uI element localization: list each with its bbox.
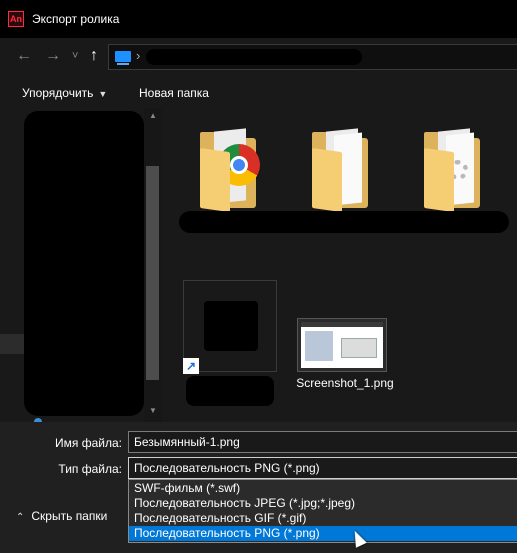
back-arrow-icon[interactable]: ← <box>16 46 32 66</box>
hide-folders-label: Скрыть папки <box>31 509 108 523</box>
file-list[interactable]: ↗ Screenshot_1.png <box>162 108 517 422</box>
filetype-label: Тип файла: <box>58 462 122 476</box>
folder-front <box>312 148 342 213</box>
shortcut-arrow-icon: ↗ <box>183 358 199 374</box>
redacted-shortcut-thumbnail <box>204 301 258 351</box>
screenshot-thumbnail[interactable] <box>297 318 387 372</box>
scrollbar-thumb[interactable] <box>146 166 159 380</box>
filetype-option-png[interactable]: Последовательность PNG (*.png) <box>129 526 517 541</box>
up-arrow-icon[interactable]: ↑ <box>90 46 98 66</box>
folder-chrome-icon[interactable] <box>200 126 260 213</box>
this-pc-icon <box>115 51 131 65</box>
preview-bar <box>301 322 383 327</box>
hide-folders-button[interactable]: ⌃ Скрыть папки <box>16 509 107 523</box>
organize-label: Упорядочить <box>22 86 94 100</box>
filetype-dropdown-list[interactable]: SWF-фильм (*.swf) Последовательность JPE… <box>128 479 517 543</box>
folder-front <box>200 148 230 213</box>
window-title: Экспорт ролика <box>32 12 120 26</box>
scroll-down-icon[interactable]: ▼ <box>149 406 157 415</box>
navigation-pane[interactable]: ▲ ▼ <box>0 108 162 424</box>
title-bar: An Экспорт ролика <box>0 0 517 38</box>
filetype-select[interactable]: Последовательность PNG (*.png) <box>128 457 517 479</box>
export-dialog: An Экспорт ролика ← → ˅ ↑ › Упорядочить ▼… <box>0 0 517 553</box>
forward-arrow-icon[interactable]: → <box>45 46 61 66</box>
folder-settings-icon[interactable] <box>424 126 484 213</box>
folder-front <box>424 148 454 213</box>
command-bar: Упорядочить ▼ Новая папка <box>0 76 517 108</box>
file-name-label[interactable]: Screenshot_1.png <box>290 376 400 390</box>
caret-down-icon: ▼ <box>98 89 108 99</box>
animate-app-icon: An <box>8 11 24 27</box>
address-row: ← → ˅ ↑ › <box>0 38 517 76</box>
filename-input[interactable]: Безымянный-1.png <box>128 431 517 453</box>
navigation-scrollbar[interactable]: ▲ ▼ <box>144 108 162 422</box>
breadcrumb-chevron-icon[interactable]: › <box>136 48 140 63</box>
chevron-up-icon: ⌃ <box>16 512 25 523</box>
organize-button[interactable]: Упорядочить ▼ <box>22 86 107 100</box>
image-preview <box>301 322 383 368</box>
redacted-path <box>146 49 362 65</box>
filetype-option-gif[interactable]: Последовательность GIF (*.gif) <box>129 511 517 526</box>
folder-documents-icon[interactable] <box>312 126 372 213</box>
address-bar[interactable]: › <box>108 44 517 70</box>
nav-selection-marker <box>0 334 24 354</box>
recent-locations-chevron-icon[interactable]: ˅ <box>72 46 78 66</box>
preview-dialog <box>341 338 377 358</box>
redacted-shortcut-name <box>186 376 274 406</box>
filename-label: Имя файла: <box>55 436 122 450</box>
new-folder-button[interactable]: Новая папка <box>139 86 209 100</box>
redacted-folder-names <box>179 211 509 233</box>
preview-pane <box>305 331 333 361</box>
filetype-option-swf[interactable]: SWF-фильм (*.swf) <box>129 481 517 496</box>
redacted-navigation-tree <box>24 111 144 416</box>
scroll-up-icon[interactable]: ▲ <box>149 111 157 120</box>
filetype-option-jpeg[interactable]: Последовательность JPEG (*.jpg;*.jpeg) <box>129 496 517 511</box>
